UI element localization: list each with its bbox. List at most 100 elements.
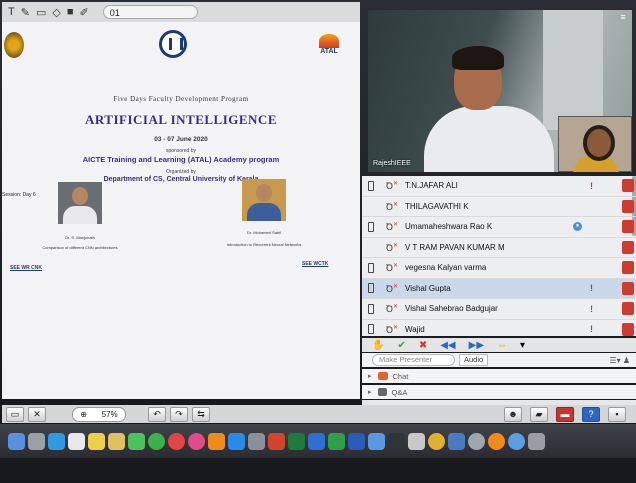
people-icon[interactable]: ☻ — [504, 406, 522, 422]
sync-icon[interactable]: ⇆ — [192, 406, 210, 422]
launchpad-icon[interactable] — [28, 432, 45, 450]
picture-in-picture[interactable] — [558, 116, 632, 172]
eraser-tool-icon[interactable]: ◇ — [52, 6, 60, 19]
speaker2-link[interactable]: SEE WCTK — [302, 261, 328, 267]
attendee-row[interactable]: Ꝺ✕ Vishal Gupta! — [362, 278, 636, 299]
microphone-icon[interactable]: Ꝺ✕ — [386, 220, 398, 233]
attendee-row[interactable]: Ꝺ✕ vegesna Kalyan varma — [362, 258, 636, 279]
zoom-control[interactable]: ⊕ 57% — [72, 406, 126, 422]
attendee-row[interactable]: Ꝺ✕ Vishal Sahebrao Badgujar! — [362, 299, 636, 320]
terminal-icon[interactable] — [388, 432, 405, 450]
mute-audio-icon[interactable] — [622, 302, 634, 316]
step-away-icon[interactable]: ⇔ — [497, 340, 507, 351]
text-tool-icon[interactable]: T — [8, 6, 15, 18]
speaker1-link[interactable]: SEE WR CNK — [10, 265, 42, 271]
alert-icon: ! — [590, 303, 593, 314]
excel-icon[interactable] — [288, 432, 305, 450]
mobile-device-icon — [368, 303, 374, 314]
settings-icon[interactable]: ▪ — [608, 406, 626, 422]
no-entry-icon[interactable] — [168, 432, 185, 450]
page-number-field[interactable]: 01 — [102, 5, 198, 19]
microphone-icon[interactable]: Ꝺ✕ — [386, 302, 398, 315]
safari-icon[interactable] — [48, 432, 65, 450]
color-tool-icon[interactable]: ■ — [67, 6, 74, 18]
help-icon[interactable]: ? — [582, 406, 600, 422]
record-icon[interactable]: ▬ — [556, 406, 574, 422]
microphone-icon[interactable]: Ꝺ✕ — [386, 323, 398, 336]
mute-audio-icon[interactable] — [622, 322, 634, 336]
messages-icon[interactable] — [128, 432, 145, 450]
microphone-icon[interactable]: Ꝺ✕ — [386, 200, 398, 213]
speaker1-topic: Comparison of different CNN architecture… — [42, 245, 118, 250]
chat-bubble-icon[interactable]: ▰ — [530, 406, 548, 422]
microphone-icon[interactable]: Ꝺ✕ — [386, 261, 398, 274]
itunes-icon[interactable] — [188, 432, 205, 450]
undo-icon[interactable]: ↶ — [148, 406, 166, 422]
macos-dock — [0, 424, 636, 458]
notes-icon[interactable] — [88, 432, 105, 450]
mute-audio-icon[interactable] — [622, 261, 634, 275]
redo-icon[interactable]: ↷ — [170, 406, 188, 422]
pen-tool-icon[interactable]: ✎ — [21, 6, 30, 19]
disagree-icon[interactable]: ✖ — [419, 340, 427, 351]
preview-icon[interactable] — [368, 432, 385, 450]
status-dropdown-icon[interactable]: ▾ — [520, 340, 525, 351]
powerpoint-icon[interactable] — [268, 432, 285, 450]
microphone-icon[interactable]: Ꝺ✕ — [386, 179, 398, 192]
attendee-row[interactable]: Ꝺ✕ T.N.JAFAR ALI! — [362, 176, 636, 197]
pointer-tool-icon[interactable]: ✐ — [79, 6, 88, 19]
mute-audio-icon[interactable] — [622, 220, 634, 234]
monitor-bezel — [0, 458, 636, 483]
trash-icon[interactable] — [528, 432, 545, 450]
chrome-icon[interactable] — [428, 432, 445, 450]
mute-audio-icon[interactable] — [622, 240, 634, 254]
mobile-device-icon — [368, 180, 374, 191]
script-icon[interactable] — [408, 432, 425, 450]
close-share-icon[interactable]: ✕ — [28, 406, 46, 422]
mute-audio-icon[interactable] — [622, 281, 634, 295]
numbers-icon[interactable] — [328, 432, 345, 450]
microphone-icon[interactable]: Ꝺ✕ — [386, 241, 398, 254]
mute-audio-icon[interactable] — [622, 199, 634, 213]
system-preferences-icon[interactable] — [248, 432, 265, 450]
audio-button[interactable]: Audio — [459, 354, 489, 366]
status-action-bar: ✋ ✔ ✖ ◀◀ ▶▶ ⇔ ▾ — [362, 338, 636, 352]
network-icon[interactable] — [508, 432, 525, 450]
microphone-icon[interactable]: Ꝺ✕ — [386, 282, 398, 295]
sponsored-by-label: sponsored by — [165, 148, 197, 154]
attendee-row[interactable]: Ꝺ✕ THILAGAVATHI K — [362, 197, 636, 217]
raise-hand-icon[interactable]: ✋ — [372, 340, 384, 351]
attendee-row[interactable]: Ꝺ✕ Wajid! — [362, 320, 636, 340]
expand-arrow-icon: ▸ — [368, 373, 372, 380]
attendee-options-icon[interactable]: ☰▾ ♟ — [609, 356, 630, 365]
camera-icon[interactable] — [468, 432, 485, 450]
vlc-icon[interactable] — [488, 432, 505, 450]
app-store-icon[interactable] — [228, 432, 245, 450]
make-presenter-field[interactable]: Make Presenter — [372, 354, 455, 366]
photos-icon[interactable] — [108, 432, 125, 450]
slide-title: ARTIFICIAL INTELLIGENCE — [84, 112, 277, 127]
gallery-icon[interactable] — [448, 432, 465, 450]
mute-audio-icon[interactable] — [622, 179, 634, 193]
attendee-name: Vishal Sahebrao Badgujar — [405, 304, 498, 314]
agree-icon[interactable]: ✔ — [397, 340, 405, 351]
finder-icon[interactable] — [8, 432, 25, 450]
mail-icon[interactable] — [68, 432, 85, 450]
attendee-row[interactable]: Ꝺ✕ Umamaheshwara Rao K ● — [362, 217, 636, 238]
mobile-device-icon — [368, 324, 374, 335]
attendee-row[interactable]: Ꝺ✕ V T RAM PAVAN KUMAR M — [362, 238, 636, 258]
slow-down-icon[interactable]: ◀◀ — [440, 340, 455, 351]
chat-panel-header[interactable]: ▸ Chat — [362, 369, 636, 383]
program-dates: 03 - 07 June 2020 — [154, 136, 208, 143]
video-menu-icon[interactable]: ≡ — [616, 12, 630, 24]
chat-icon — [377, 372, 388, 380]
shape-tool-icon[interactable]: ▭ — [36, 6, 46, 19]
keynote-icon[interactable] — [308, 432, 325, 450]
full-screen-icon[interactable]: ▭ — [6, 406, 24, 422]
word-icon[interactable] — [348, 432, 365, 450]
books-icon[interactable] — [208, 432, 225, 450]
qa-panel-header[interactable]: ▸ Q&A — [362, 385, 636, 399]
facetime-icon[interactable] — [148, 432, 165, 450]
speed-up-icon[interactable]: ▶▶ — [469, 340, 484, 351]
chat-label: Chat — [392, 371, 409, 381]
